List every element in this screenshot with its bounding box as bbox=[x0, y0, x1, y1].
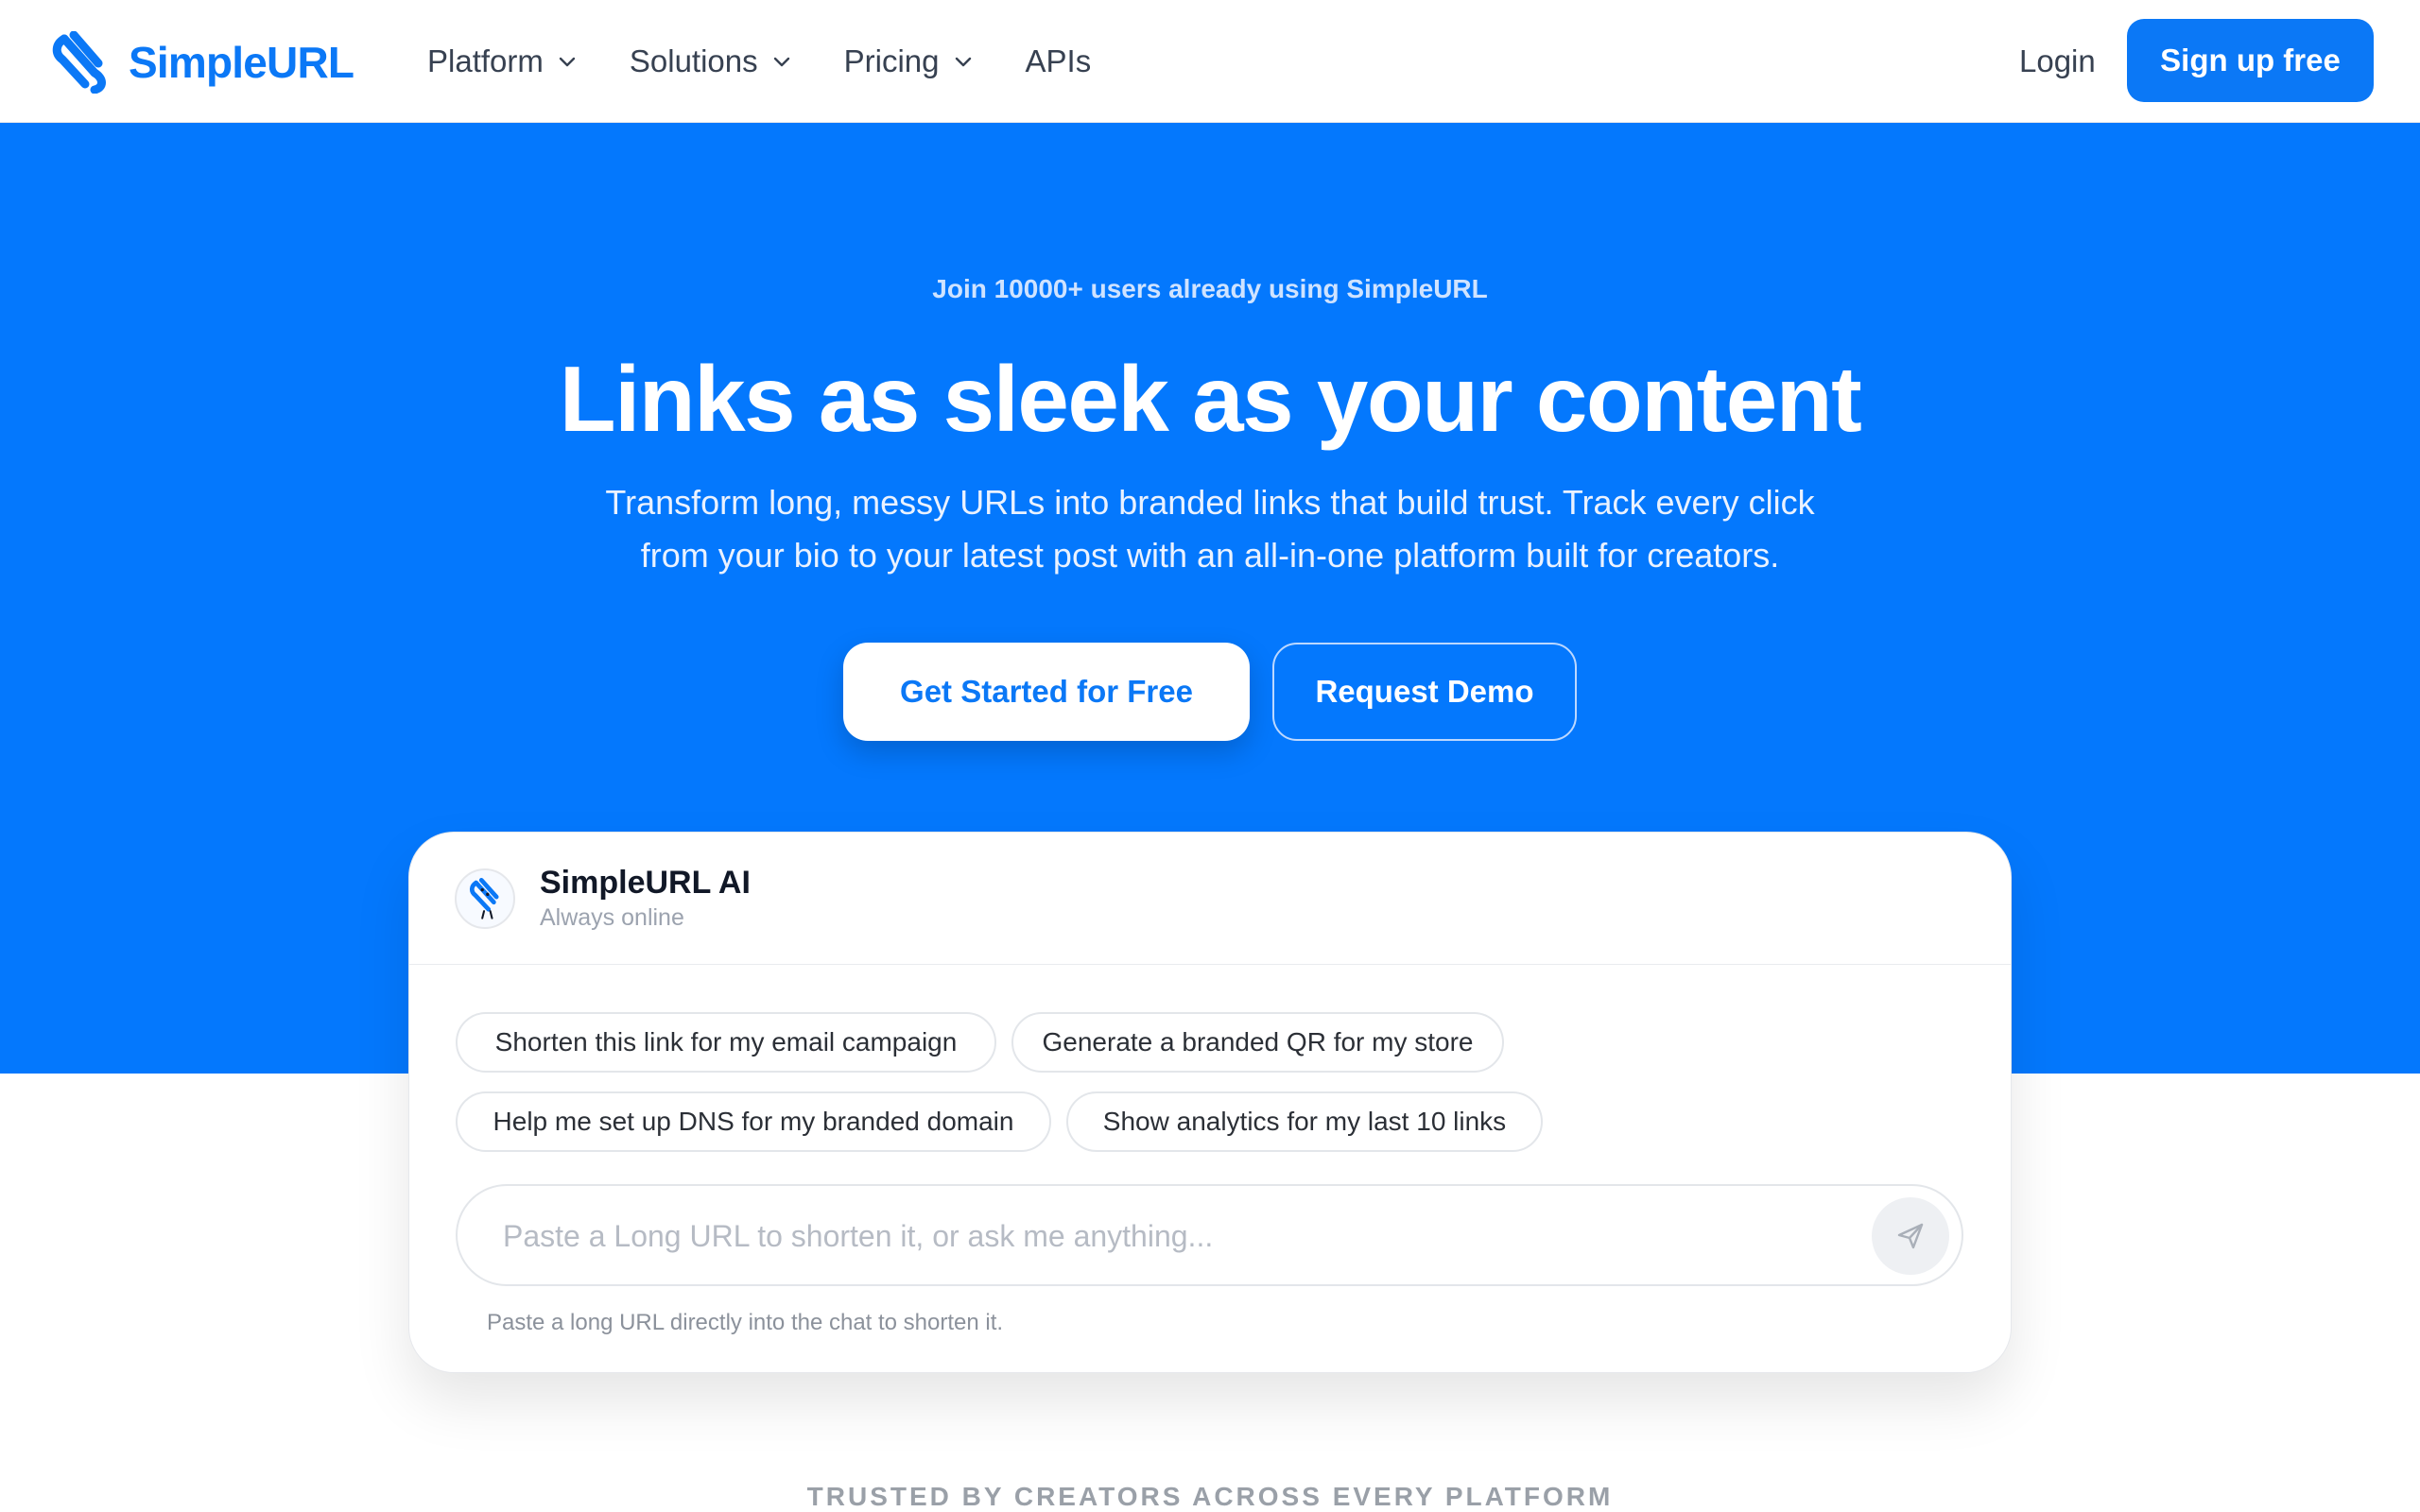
nav-item-label: Pricing bbox=[843, 43, 940, 78]
simpleurl-logo-icon bbox=[52, 31, 106, 94]
nav-item-label: Solutions bbox=[629, 43, 758, 78]
brand-home-link[interactable]: SimpleURL bbox=[51, 28, 354, 96]
brand-name: SimpleURL bbox=[129, 38, 354, 87]
hero-headline: Links as sleek as your content bbox=[559, 347, 1862, 451]
bot-status: Always online bbox=[540, 904, 684, 931]
request-demo-button[interactable]: Request Demo bbox=[1272, 643, 1577, 741]
nav-item-apis[interactable]: APIs bbox=[1026, 43, 1092, 79]
main-nav: Platform Solutions Pricing APIs bbox=[427, 0, 1091, 123]
chat-input[interactable] bbox=[503, 1203, 1807, 1269]
suggestion-chip[interactable]: Help me set up DNS for my branded domain bbox=[456, 1091, 1051, 1152]
nav-item-solutions[interactable]: Solutions bbox=[630, 43, 792, 79]
hero-subtitle: Transform long, messy URLs into branded … bbox=[605, 483, 1815, 575]
chevron-down-icon bbox=[773, 57, 789, 67]
avatar bbox=[455, 868, 515, 929]
login-link[interactable]: Login bbox=[2019, 38, 2096, 85]
chat-header: SimpleURL AI Always online bbox=[409, 833, 2011, 965]
send-icon bbox=[1897, 1223, 1924, 1249]
suggestion-chip[interactable]: Shorten this link for my email campaign bbox=[456, 1012, 996, 1073]
hero-eyebrow: Join 10000+ users already using SimpleUR… bbox=[932, 274, 1488, 303]
bot-name: SimpleURL AI bbox=[540, 865, 751, 901]
signup-button[interactable]: Sign up free bbox=[2127, 19, 2374, 102]
nav-item-platform[interactable]: Platform bbox=[427, 43, 578, 79]
chevron-down-icon bbox=[955, 57, 971, 67]
bot-mascot-icon bbox=[469, 877, 499, 919]
nav-item-label: APIs bbox=[1025, 43, 1092, 78]
chat-input-container bbox=[456, 1184, 1963, 1286]
ai-chat-card: SimpleURL AI Always online Shorten this … bbox=[408, 832, 2012, 1373]
nav-item-pricing[interactable]: Pricing bbox=[844, 43, 974, 79]
suggestion-chip[interactable]: Show analytics for my last 10 links bbox=[1066, 1091, 1543, 1152]
input-hint: Paste a long URL directly into the chat … bbox=[487, 1310, 1004, 1335]
top-navbar: SimpleURL Platform Solutions Pricing API… bbox=[0, 0, 2420, 123]
suggestion-chip[interactable]: Generate a branded QR for my store bbox=[1011, 1012, 1504, 1073]
nav-item-label: Platform bbox=[427, 43, 544, 78]
chevron-down-icon bbox=[559, 57, 576, 67]
get-started-button[interactable]: Get Started for Free bbox=[843, 643, 1250, 741]
trusted-by-heading: TRUSTED BY CREATORS ACROSS EVERY PLATFOR… bbox=[806, 1482, 1614, 1511]
send-button[interactable] bbox=[1872, 1197, 1949, 1275]
